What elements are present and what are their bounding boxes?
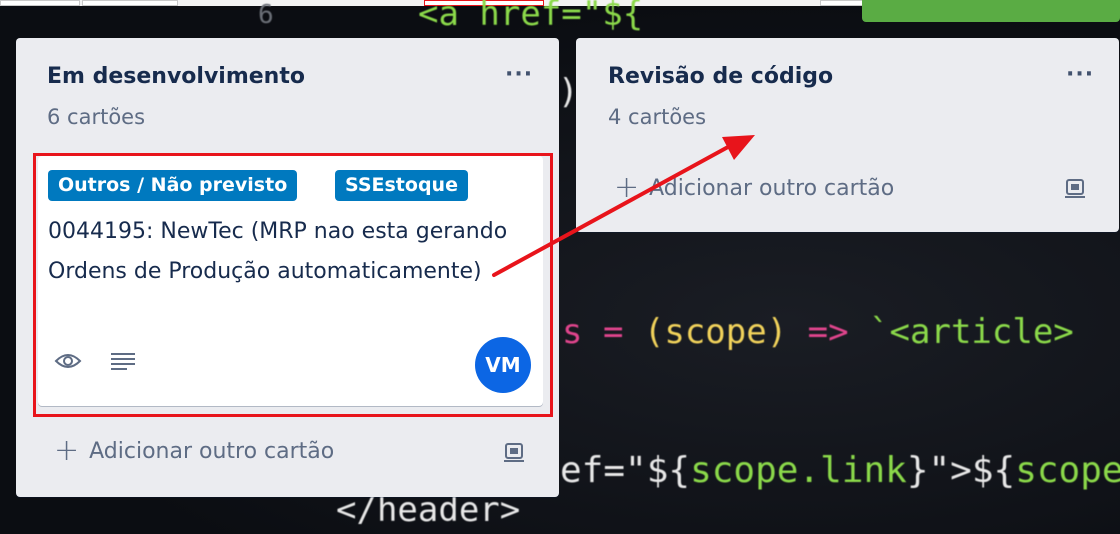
code-line-1: <a href="${ xyxy=(418,0,644,34)
code-digit: 6 xyxy=(258,0,274,30)
card-template-icon[interactable] xyxy=(1064,179,1086,199)
plus-icon: + xyxy=(614,170,640,205)
add-card-label: Adicionar outro cartão xyxy=(649,175,895,201)
add-card-button[interactable]: + Adicionar outro cartão xyxy=(54,436,334,466)
add-card-label: Adicionar outro cartão xyxy=(89,438,335,464)
code-line-2: s = (scope) => `<article> xyxy=(562,312,1074,352)
card-highlight-box xyxy=(33,153,553,417)
add-card-button[interactable]: + Adicionar outro cartão xyxy=(614,173,894,203)
plus-icon: + xyxy=(54,433,80,468)
list-title[interactable]: Em desenvolvimento xyxy=(47,64,305,89)
board-header-bar xyxy=(862,0,1120,22)
list-card-count: 4 cartões xyxy=(608,105,707,129)
list-revisao-de-codigo: Revisão de código ··· 4 cartões + Adicio… xyxy=(576,38,1119,232)
card-template-icon[interactable] xyxy=(503,443,525,463)
list-card-count: 6 cartões xyxy=(47,105,146,129)
code-line-3: ef="${scope.link}">${scope. xyxy=(560,450,1120,491)
list-menu-button[interactable]: ··· xyxy=(505,62,533,87)
list-menu-button[interactable]: ··· xyxy=(1066,62,1094,87)
list-title[interactable]: Revisão de código xyxy=(608,64,833,89)
